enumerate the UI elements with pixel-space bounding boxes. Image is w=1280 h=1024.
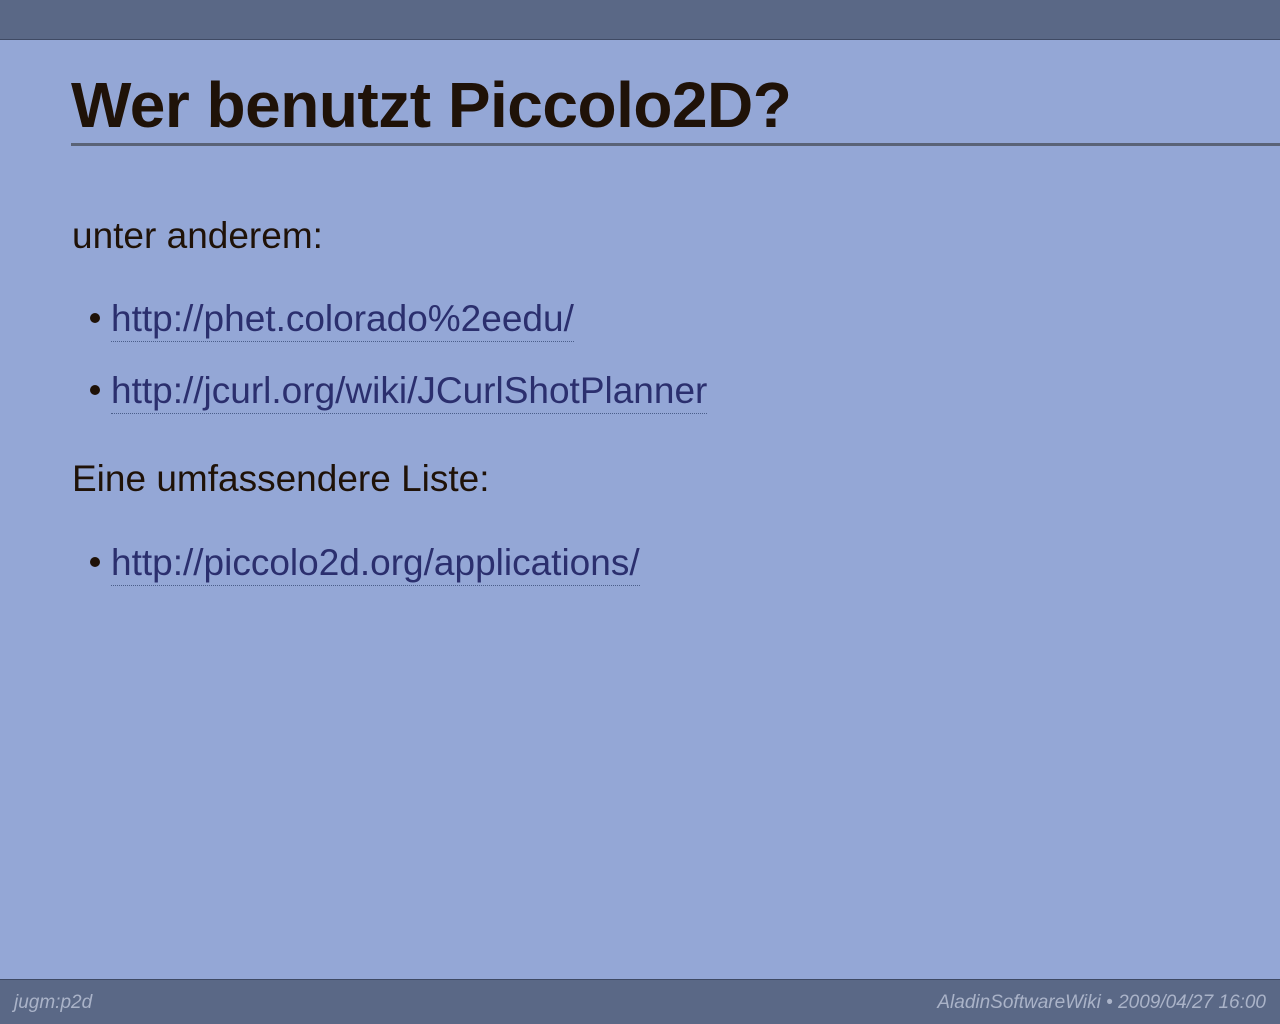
- link-piccolo2d-applications[interactable]: http://piccolo2d.org/applications/: [111, 541, 640, 586]
- footer-page-id: jugm:p2d: [14, 992, 93, 1013]
- bullet-icon: [90, 384, 100, 395]
- link-jcurl[interactable]: http://jcurl.org/wiki/JCurlShotPlanner: [111, 369, 708, 414]
- slide-title: Wer benutzt Piccolo2D?: [71, 69, 792, 141]
- list-item: http://jcurl.org/wiki/JCurlShotPlanner: [90, 369, 708, 441]
- footer-bar: jugm:p2d AladinSoftwareWiki • 2009/04/27…: [0, 979, 1280, 1024]
- link-list-2: http://piccolo2d.org/applications/: [90, 541, 640, 613]
- title-underline: [71, 143, 1280, 146]
- bullet-icon: [90, 556, 100, 567]
- link-list-1: http://phet.colorado%2eedu/ http://jcurl…: [90, 297, 708, 441]
- section-text: Eine umfassendere Liste:: [72, 458, 490, 499]
- link-phet[interactable]: http://phet.colorado%2eedu/: [111, 297, 574, 342]
- list-item: http://phet.colorado%2eedu/: [90, 297, 707, 369]
- top-bar: [0, 0, 1280, 40]
- slide-content: Wer benutzt Piccolo2D? unter anderem: ht…: [0, 41, 1280, 979]
- bullet-icon: [90, 312, 100, 323]
- list-item: http://piccolo2d.org/applications/: [90, 541, 640, 613]
- footer-meta: AladinSoftwareWiki • 2009/04/27 16:00: [937, 992, 1266, 1013]
- intro-text: unter anderem:: [72, 215, 323, 256]
